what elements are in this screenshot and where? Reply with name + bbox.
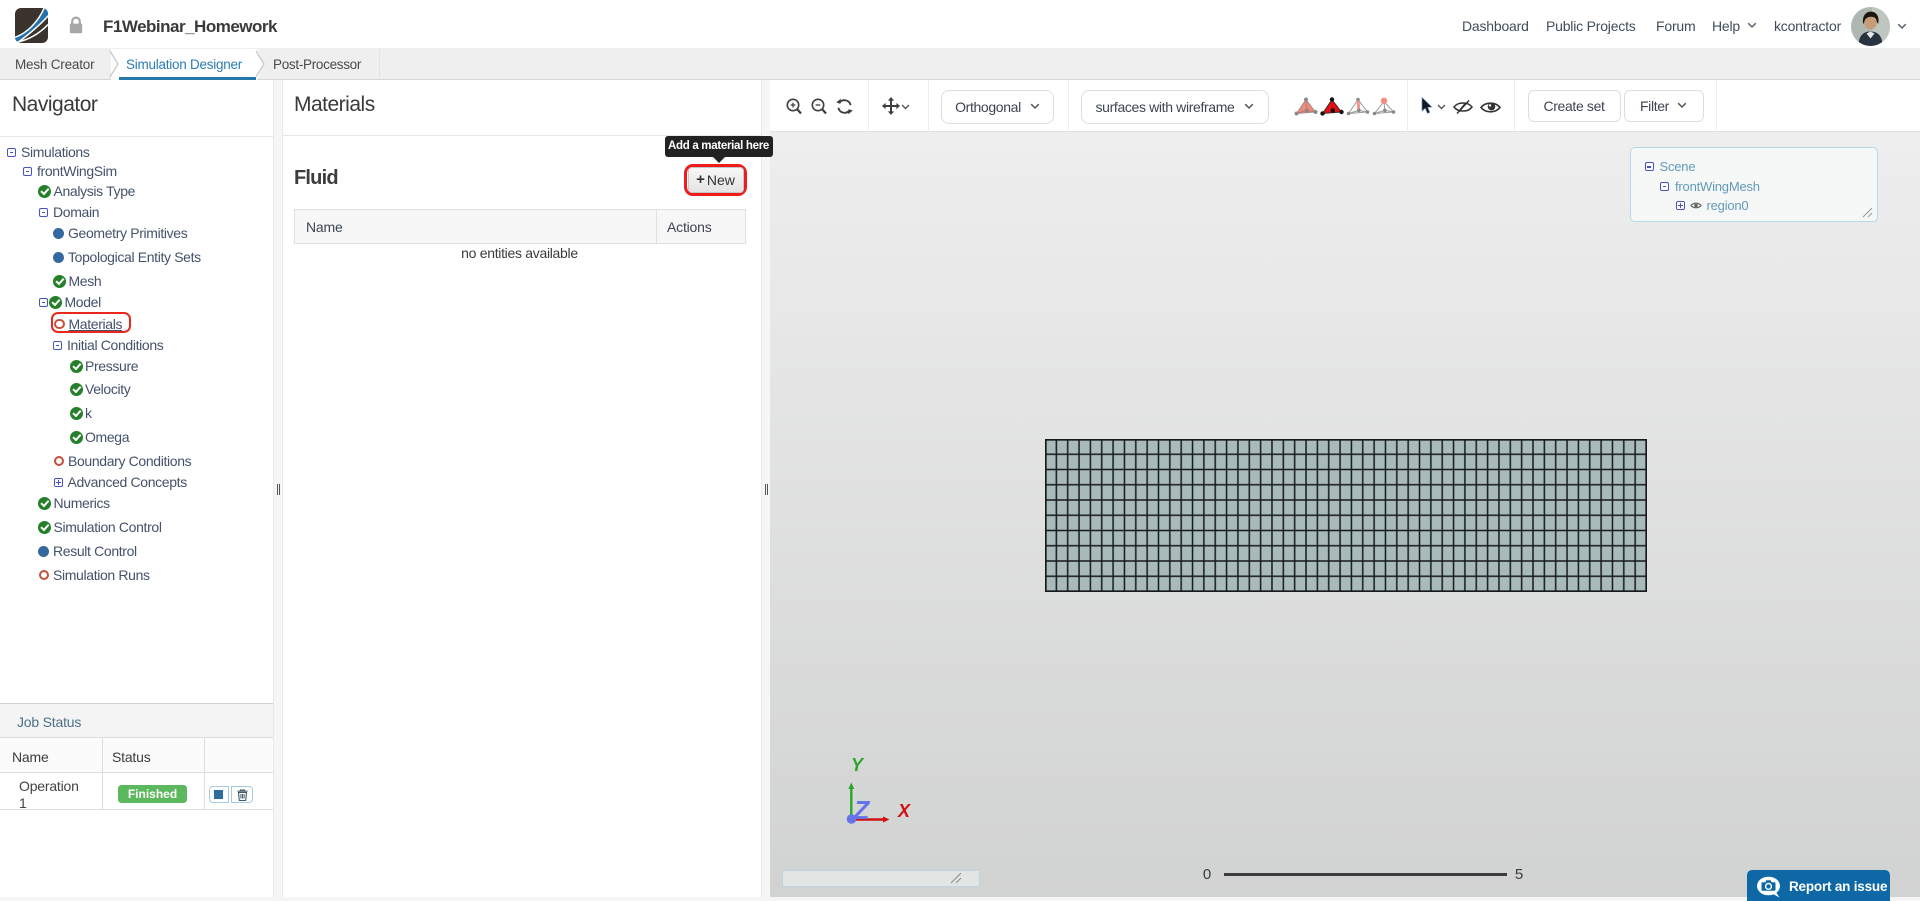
svg-text:Y: Y (851, 755, 865, 775)
svg-text:X: X (897, 801, 911, 821)
